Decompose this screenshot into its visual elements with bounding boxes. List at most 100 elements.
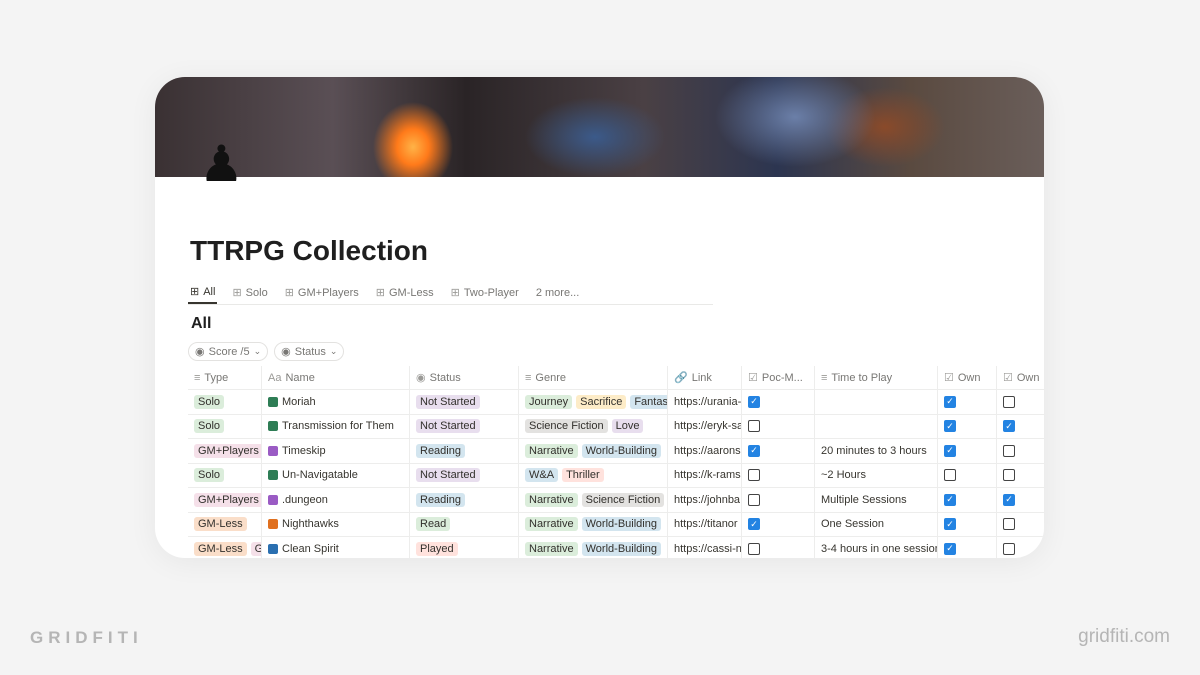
cell-name[interactable]: .dungeon — [262, 488, 410, 512]
checkbox[interactable] — [1003, 518, 1015, 531]
pawn-icon[interactable]: ♟ — [199, 139, 244, 189]
page-title[interactable]: TTRPG Collection — [190, 235, 428, 267]
checkbox[interactable] — [748, 493, 760, 506]
cell-name[interactable]: Timeskip — [262, 439, 410, 463]
cell-own[interactable]: ✓ — [938, 512, 997, 536]
column-header[interactable]: ◉ Status — [410, 366, 519, 389]
checkbox[interactable] — [1003, 469, 1015, 482]
cell-link[interactable]: https://aarons: — [668, 439, 742, 463]
row-name[interactable]: Un-Navigatable — [282, 469, 358, 481]
cell-own-2[interactable] — [997, 464, 1044, 488]
cell-status[interactable]: Read — [410, 512, 519, 536]
cell-status[interactable]: Not Started — [410, 463, 519, 487]
tab-2-more-[interactable]: 2 more... — [534, 281, 581, 304]
cell-type[interactable]: Solo — [188, 414, 262, 438]
column-header[interactable]: ☑ Own — [997, 366, 1044, 389]
cover-image[interactable] — [155, 77, 1044, 177]
cell-own[interactable]: ✓ — [938, 414, 997, 438]
checkbox[interactable]: ✓ — [944, 420, 956, 433]
checkbox[interactable] — [748, 420, 760, 433]
checkbox[interactable]: ✓ — [748, 518, 760, 531]
cell-time[interactable] — [815, 390, 938, 414]
cell-time[interactable]: 3-4 hours in one session — [815, 537, 938, 558]
checkbox[interactable]: ✓ — [1003, 420, 1015, 433]
checkbox[interactable]: ✓ — [1003, 493, 1015, 506]
row-name[interactable]: Clean Spirit — [282, 543, 339, 555]
cell-genre[interactable]: Science Fiction Love — [519, 414, 668, 438]
table-row[interactable]: Solo Un-Navigatable Not Started W&A Thriller… — [188, 463, 1044, 488]
cell-type[interactable]: GM-LessG — [188, 537, 262, 558]
link-text[interactable]: https://k-rams — [674, 469, 741, 481]
cell-name[interactable]: Un-Navigatable — [262, 463, 410, 487]
cell-own-2[interactable] — [997, 390, 1044, 414]
cell-link[interactable]: https://urania- — [668, 390, 742, 414]
cell-poc[interactable] — [742, 488, 815, 512]
checkbox[interactable]: ✓ — [944, 395, 956, 408]
cell-own-2[interactable] — [997, 513, 1044, 537]
cell-status[interactable]: Reading — [410, 439, 519, 463]
link-text[interactable]: https://titanor — [674, 518, 738, 530]
checkbox[interactable] — [1003, 542, 1015, 555]
checkbox[interactable] — [944, 469, 956, 482]
checkbox[interactable]: ✓ — [944, 493, 956, 506]
table-row[interactable]: Solo Moriah Not Started Journey Sacrifice Fan… — [188, 390, 1044, 415]
cell-link[interactable]: https://eryk-sa — [668, 414, 742, 438]
checkbox[interactable] — [748, 469, 760, 482]
link-text[interactable]: https://cassi-n — [674, 543, 741, 555]
filter-score-5[interactable]: ◉ Score /5 ⌄ — [188, 342, 269, 361]
tab-all[interactable]: ⊞ All — [188, 281, 218, 304]
cell-type[interactable]: Solo — [188, 390, 262, 414]
cell-own[interactable]: ✓ — [938, 439, 997, 463]
tab-solo[interactable]: ⊞ Solo — [230, 281, 269, 304]
cell-genre[interactable]: Narrative World-Building — [519, 439, 668, 463]
link-text[interactable]: https://eryk-sa — [674, 420, 741, 432]
column-header[interactable]: ≡ Type — [188, 366, 262, 389]
cell-name[interactable]: Nighthawks — [262, 512, 410, 536]
row-name[interactable]: Nighthawks — [282, 518, 339, 530]
cell-poc[interactable]: ✓ — [742, 439, 815, 463]
table-row[interactable]: GM-LessG Clean Spirit Played NarrativeWorld… — [188, 537, 1044, 558]
table-row[interactable]: GM+Players Timeskip Reading Narrative World-… — [188, 439, 1044, 464]
column-header[interactable]: ☑ Own — [938, 366, 997, 389]
cell-time[interactable]: 20 minutes to 3 hours — [815, 439, 938, 463]
link-text[interactable]: https://aarons: — [674, 445, 741, 457]
row-name[interactable]: Timeskip — [282, 445, 326, 457]
cell-link[interactable]: https://johnba — [668, 488, 742, 512]
cell-link[interactable]: https://titanor — [668, 512, 742, 536]
cell-poc[interactable] — [742, 537, 815, 558]
checkbox[interactable] — [1003, 444, 1015, 457]
cell-name[interactable]: Moriah — [262, 390, 410, 414]
cell-own[interactable] — [938, 463, 997, 487]
row-name[interactable]: .dungeon — [282, 494, 328, 506]
table-row[interactable]: GM-Less Nighthawks Read Narrative World-Buil… — [188, 512, 1044, 537]
cell-genre[interactable]: Narrative World-Building — [519, 512, 668, 536]
cell-poc[interactable]: ✓ — [742, 512, 815, 536]
checkbox[interactable]: ✓ — [748, 395, 760, 408]
tab-gm-less[interactable]: ⊞ GM-Less — [374, 281, 436, 304]
cell-own-2[interactable]: ✓ — [997, 488, 1044, 512]
row-name[interactable]: Moriah — [282, 396, 316, 408]
column-header[interactable]: ≡ Time to Play — [815, 366, 938, 389]
cell-status[interactable]: Not Started — [410, 414, 519, 438]
checkbox[interactable] — [748, 542, 760, 555]
cell-poc[interactable]: ✓ — [742, 390, 815, 414]
column-header[interactable]: ☑ Poc-M... — [742, 366, 815, 389]
row-name[interactable]: Transmission for Them — [282, 420, 394, 432]
cell-type[interactable]: GM-Less — [188, 512, 262, 536]
cell-genre[interactable]: W&A Thriller — [519, 463, 668, 487]
cell-own[interactable]: ✓ — [938, 390, 997, 414]
checkbox[interactable]: ✓ — [944, 444, 956, 457]
tab-two-player[interactable]: ⊞ Two-Player — [449, 281, 521, 304]
cell-time[interactable]: Multiple Sessions — [815, 488, 938, 512]
cell-type[interactable]: Solo — [188, 463, 262, 487]
table-row[interactable]: GM+Players .dungeon Reading Narrative Scienc… — [188, 488, 1044, 513]
cell-name[interactable]: Clean Spirit — [262, 537, 410, 558]
cell-name[interactable]: Transmission for Them — [262, 414, 410, 438]
cell-type[interactable]: GM+Players — [188, 488, 262, 512]
column-header[interactable]: Aa Name — [262, 366, 410, 389]
cell-own-2[interactable] — [997, 537, 1044, 558]
cell-own-2[interactable]: ✓ — [997, 415, 1044, 439]
link-text[interactable]: https://urania- — [674, 396, 741, 408]
cell-status[interactable]: Reading — [410, 488, 519, 512]
checkbox[interactable] — [1003, 395, 1015, 408]
